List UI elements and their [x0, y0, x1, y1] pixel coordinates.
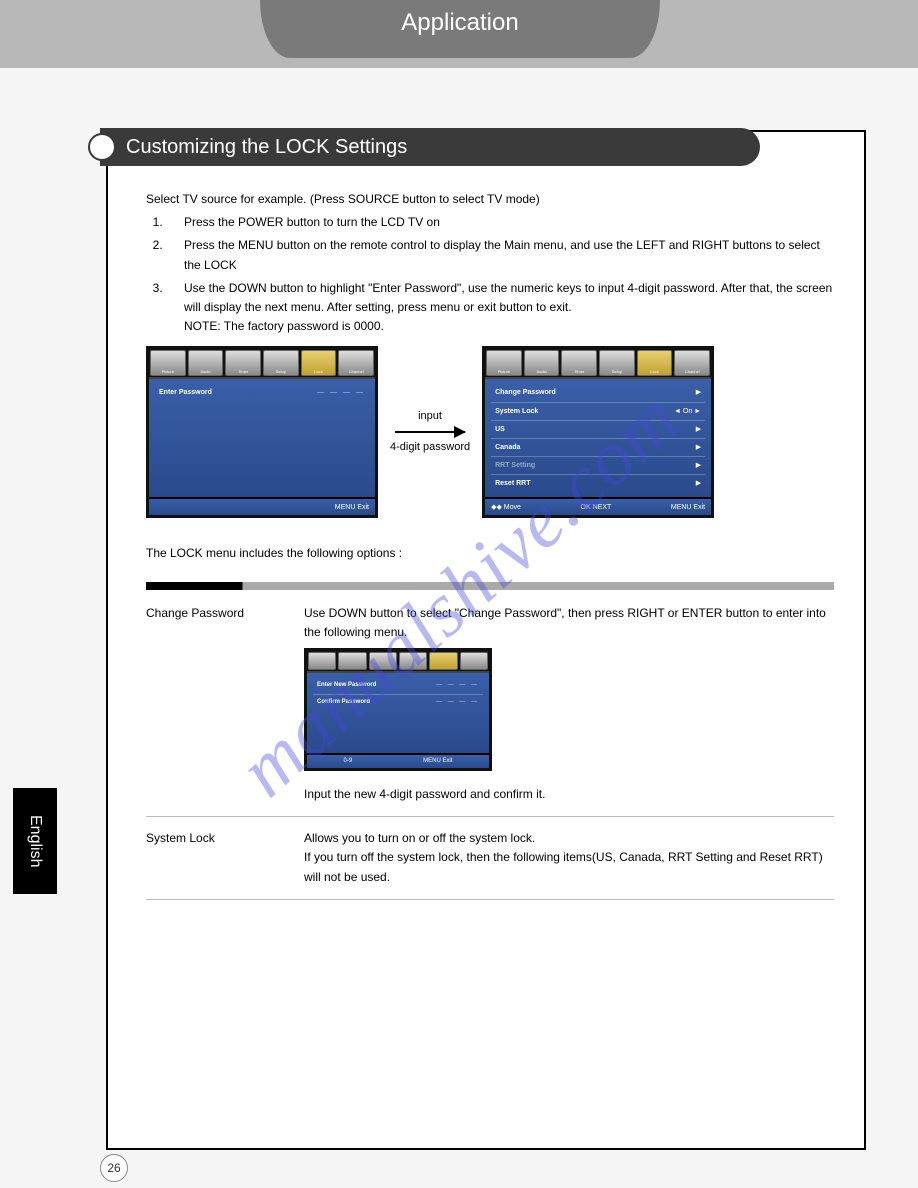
language-tab: English [13, 788, 57, 894]
opt-label: System Lock [146, 829, 276, 887]
osd-footer-2: ◆◆ Move OK NEXT MENU Exit [485, 497, 711, 515]
footer-exit: MENU Exit [671, 502, 705, 513]
tab-lock: Lock [637, 350, 673, 376]
thin-divider [146, 816, 834, 817]
dashes: — — — — [436, 681, 479, 691]
tab-setup: Setup [599, 350, 635, 376]
osd-body-2: Change Password ▶ System Lock ◄ On ► US ▶ C… [485, 379, 711, 497]
osd-body: Enter Password — — — — [149, 379, 375, 497]
tab-picture: Picture [486, 350, 522, 376]
tab-audio: Audio [188, 350, 224, 376]
row-canada: Canada [495, 442, 520, 453]
row-arrow: ▶ [696, 442, 701, 453]
content: Select TV source for example. (Press SOU… [146, 190, 834, 912]
row-system-lock-value: ◄ On ► [674, 406, 701, 417]
osd-body-3: Enter New Password — — — — Confirm Passwo… [307, 673, 489, 753]
footer-next: OK NEXT [581, 502, 612, 513]
page-number: 26 [100, 1154, 128, 1182]
dashes: — — — — [436, 698, 479, 708]
header-tab: Application [260, 0, 660, 58]
tab-channel: Channel [338, 350, 374, 376]
tab-channel: Channel [674, 350, 710, 376]
tab-timer [369, 652, 397, 670]
osd-screen-lock-menu: Picture Audio Timer Setup Lock Channel C… [482, 346, 714, 518]
row-us: US [495, 424, 505, 435]
step-2: Press the MENU button on the remote cont… [166, 236, 834, 274]
osd-footer-3: 0-9 MENU Exit [307, 753, 489, 768]
osd-screen-enter-password: Picture Audio Timer Setup Lock Channel E… [146, 346, 378, 518]
row-arrow: ▶ [696, 460, 701, 471]
section-header: Customizing the LOCK Settings [100, 128, 760, 166]
option-system-lock: System Lock Allows you to turn on or off… [146, 829, 834, 887]
row-change-password: Change Password [495, 387, 556, 398]
tab-setup: Setup [263, 350, 299, 376]
opt-after: Input the new 4-digit password and confi… [304, 785, 834, 804]
tab-audio [338, 652, 366, 670]
tab-picture: Picture [150, 350, 186, 376]
thin-divider [146, 899, 834, 900]
osd-tabs-3 [307, 651, 489, 673]
opt-label: Change Password [146, 604, 276, 805]
tab-lock [429, 652, 457, 670]
input-arrow: input 4-digit password [390, 408, 470, 457]
note-text: NOTE: The factory password is 0000. [184, 319, 384, 333]
divider-bar [146, 582, 834, 590]
options-intro: The LOCK menu includes the following opt… [146, 544, 834, 563]
row-arrow: ▶ [696, 387, 701, 398]
page-frame: Customizing the LOCK Settings Select TV … [106, 130, 866, 1150]
opt-body: Use DOWN button to select "Change Passwo… [304, 604, 834, 805]
tab-channel [460, 652, 488, 670]
screens-row: Picture Audio Timer Setup Lock Channel E… [146, 346, 834, 518]
tab-lock: Lock [301, 350, 337, 376]
row-arrow: ▶ [696, 478, 701, 489]
row-reset-rrt: Reset RRT [495, 478, 530, 489]
row-confirm-password: Confirm Password [317, 698, 370, 708]
tab-timer: Timer [561, 350, 597, 376]
footer-exit: MENU Exit [423, 757, 452, 767]
osd-footer: MENU Exit [149, 497, 375, 515]
tab-timer: Timer [225, 350, 261, 376]
tab-picture [308, 652, 336, 670]
steps-list: Press the POWER button to turn the LCD T… [166, 213, 834, 336]
step-3: Use the DOWN button to highlight "Enter … [166, 279, 834, 337]
footer-move: ◆◆ Move [491, 502, 521, 513]
step-1: Press the POWER button to turn the LCD T… [166, 213, 834, 232]
arrow-label-top: input [418, 408, 442, 426]
intro-text: Select TV source for example. (Press SOU… [146, 190, 834, 209]
row-new-password: Enter New Password [317, 681, 376, 691]
password-dashes: — — — — [317, 387, 365, 398]
tab-setup [399, 652, 427, 670]
opt-body: Allows you to turn on or off the system … [304, 829, 834, 887]
arrow-label-bottom: 4-digit password [390, 439, 470, 457]
option-change-password: Change Password Use DOWN button to selec… [146, 604, 834, 805]
section-bullet [88, 133, 116, 161]
arrow-icon [395, 431, 465, 433]
osd-screen-change-password: Enter New Password — — — — Confirm Passwo… [304, 648, 492, 771]
row-arrow: ▶ [696, 424, 701, 435]
enter-password-label: Enter Password [159, 387, 212, 398]
step-3-text: Use the DOWN button to highlight "Enter … [184, 281, 832, 314]
tab-audio: Audio [524, 350, 560, 376]
footer-exit: MENU Exit [335, 502, 369, 513]
osd-tabs: Picture Audio Timer Setup Lock Channel [149, 349, 375, 379]
footer-numeric: 0-9 [343, 757, 352, 767]
row-rrt-setting: RRT Setting [495, 460, 535, 471]
opt-desc: Use DOWN button to select "Change Passwo… [304, 606, 826, 639]
row-system-lock: System Lock [495, 406, 538, 417]
osd-tabs-2: Picture Audio Timer Setup Lock Channel [485, 349, 711, 379]
section-title: Customizing the LOCK Settings [126, 136, 407, 159]
